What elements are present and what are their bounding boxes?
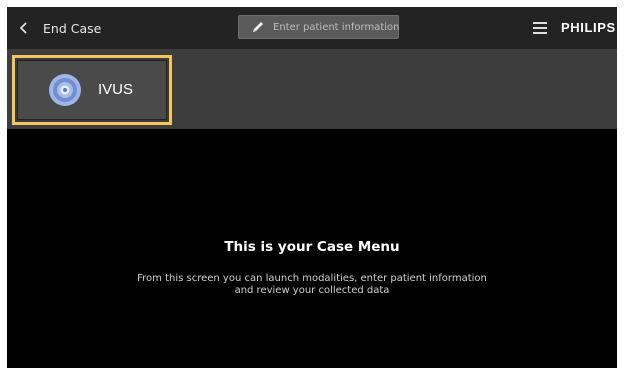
hamburger-menu-icon[interactable] xyxy=(533,22,547,34)
modality-label-ivus: IVUS xyxy=(98,81,134,98)
page-title: This is your Case Menu xyxy=(224,239,400,255)
modality-bar: IVUS xyxy=(7,49,617,129)
pencil-icon xyxy=(251,20,265,34)
enter-patient-info-label: Enter patient information xyxy=(273,21,400,33)
page-description: From this screen you can launch modaliti… xyxy=(7,273,617,297)
ivus-icon xyxy=(48,73,82,107)
end-case-label: End Case xyxy=(43,20,102,36)
description-line-2: and review your collected data xyxy=(234,285,390,296)
app-frame: End Case Enter patient information PHILI… xyxy=(7,7,617,368)
chevron-left-icon xyxy=(17,21,31,35)
top-bar: End Case Enter patient information PHILI… xyxy=(7,7,617,49)
modality-tile-ivus[interactable]: IVUS xyxy=(12,55,172,125)
philips-logo: PHILIPS xyxy=(561,20,616,35)
description-line-1: From this screen you can launch modaliti… xyxy=(137,273,487,284)
case-menu-content: This is your Case Menu From this screen … xyxy=(7,129,617,368)
end-case-button[interactable]: End Case xyxy=(17,7,101,49)
modality-tile-inner: IVUS xyxy=(17,60,167,120)
enter-patient-info-button[interactable]: Enter patient information xyxy=(238,15,400,39)
